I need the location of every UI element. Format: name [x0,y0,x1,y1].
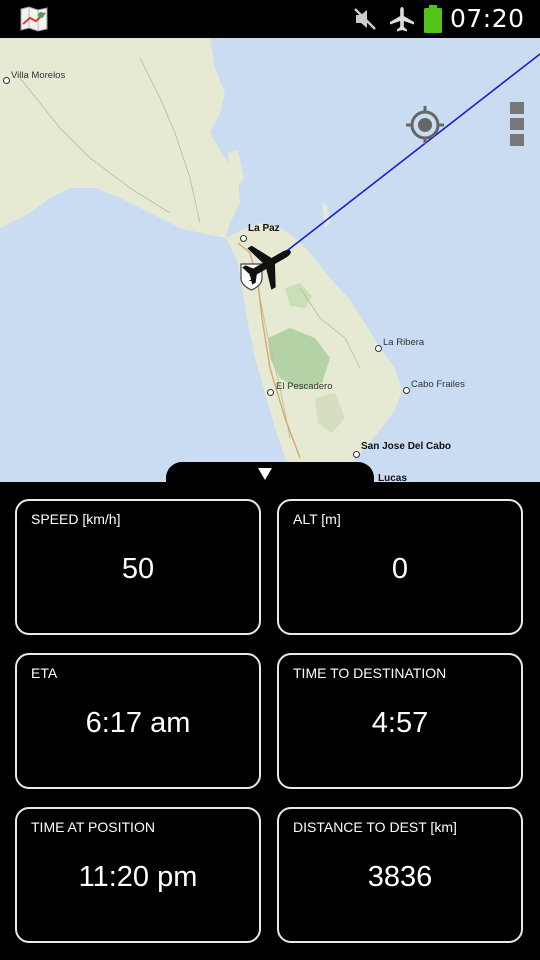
status-clock: 07:20 [450,4,525,33]
place-label: San Jose Del Cabo [361,441,452,452]
overflow-menu-icon[interactable] [506,100,528,148]
place-dot [375,345,382,352]
place-dot [403,387,410,394]
place-label: Villa Morelos [11,70,66,81]
muted-icon [354,8,376,30]
place-label: Lucas [378,473,407,482]
time-to-destination-card[interactable]: TIME TO DESTINATION 4:57 [277,653,523,789]
card-label: DISTANCE TO DEST [km] [293,819,457,835]
place-label: Cabo Frailes [411,379,465,390]
map-terrain: 1 [0,38,540,482]
card-value: 0 [391,553,409,585]
map-app-icon [20,6,48,32]
battery-icon [424,5,442,33]
card-value: 6:17 am [85,707,191,739]
card-label: SPEED [km/h] [31,511,121,527]
airplane-mode-icon [390,7,414,32]
my-location-button[interactable] [404,104,446,146]
place-dot [240,235,247,242]
place-dot [353,451,360,458]
card-label: ETA [31,665,58,681]
place-label: La Paz [248,223,280,234]
card-label: ALT [m] [293,511,341,527]
status-bar: 07:20 [0,0,540,38]
place-label: El Pescadero [276,381,333,392]
altitude-card[interactable]: ALT [m] 0 [277,499,523,635]
speed-card[interactable]: SPEED [km/h] 50 [15,499,261,635]
map-view[interactable]: 1 Villa Morelos La Paz La Ribera El Pesc… [0,38,540,482]
time-at-position-card[interactable]: TIME AT POSITION 11:20 pm [15,807,261,943]
chevron-down-icon [258,468,272,480]
eta-card[interactable]: ETA 6:17 am [15,653,261,789]
card-label: TIME TO DESTINATION [293,665,447,681]
card-label: TIME AT POSITION [31,819,155,835]
card-value: 11:20 pm [78,861,198,893]
place-label: La Ribera [383,337,425,348]
panel-collapse-handle[interactable] [166,462,374,484]
card-value: 3836 [367,861,433,893]
card-value: 50 [121,553,155,585]
card-value: 4:57 [371,707,429,739]
place-dot [267,389,274,396]
place-dot [3,77,10,84]
distance-to-destination-card[interactable]: DISTANCE TO DEST [km] 3836 [277,807,523,943]
flight-info-panel: SPEED [km/h] 50 ALT [m] 0 ETA 6:17 am TI… [0,482,540,960]
